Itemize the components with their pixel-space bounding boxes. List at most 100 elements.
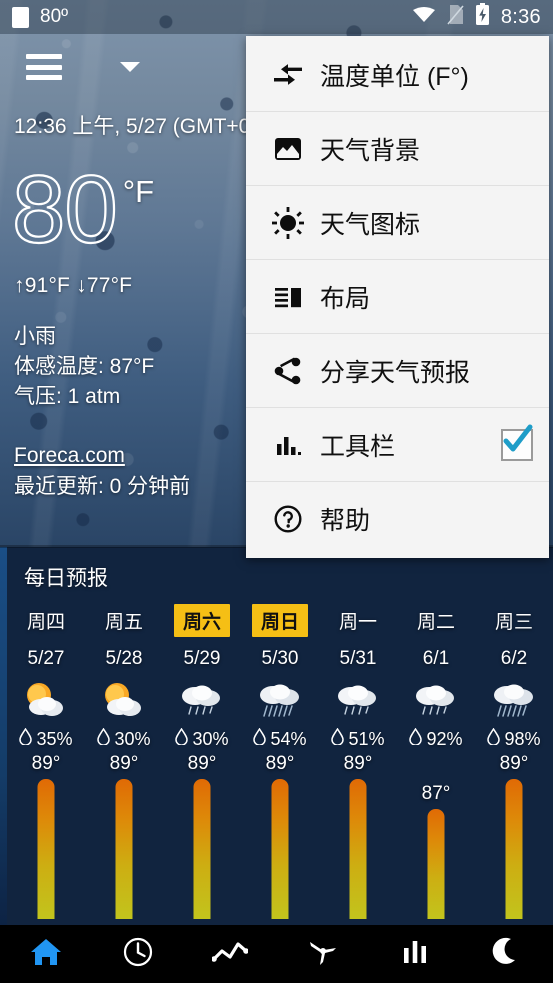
forecast-day-column[interactable]: 周四 5/27 35% 89° — [7, 604, 85, 919]
forecast-date: 6/1 — [422, 648, 450, 669]
forecast-date: 6/2 — [500, 648, 528, 669]
sun-icon — [268, 206, 308, 239]
drop-icon — [175, 727, 189, 750]
moon-icon — [492, 936, 522, 973]
toolbar-checkbox[interactable] — [501, 424, 533, 461]
home-icon — [30, 937, 62, 972]
wind-turbine-icon — [307, 936, 339, 973]
temperature-bar — [271, 779, 289, 919]
source-block: Foreca.com 最近更新: 0 分钟前 — [0, 440, 260, 503]
nav-moon[interactable] — [461, 936, 553, 973]
temperature-bar — [37, 779, 55, 919]
precipitation-value: 98% — [504, 728, 541, 749]
feels-like-text: 体感温度: 87°F — [14, 355, 155, 379]
hamburger-menu-icon[interactable] — [26, 54, 62, 80]
menu-item-3[interactable]: 天气图标 — [246, 186, 549, 260]
temperature-bar — [427, 809, 445, 919]
precipitation-value: 92% — [426, 728, 463, 749]
menu-item-2[interactable]: 天气背景 — [246, 112, 549, 186]
swap-arrows-icon — [268, 62, 308, 88]
sun-cloud-icon — [19, 678, 73, 722]
image-icon — [268, 136, 308, 162]
temperature-bar — [349, 779, 367, 919]
nav-line-chart[interactable] — [184, 939, 276, 970]
cloud-drizzle-icon — [331, 678, 385, 722]
temperature-bar-area: 89° — [475, 753, 553, 919]
drop-icon — [487, 727, 501, 750]
forecast-day-column[interactable]: 周三 6/2 98% 89° — [475, 604, 553, 919]
overflow-menu[interactable]: 温度单位 (F°) 天气背景天气图标布局分享天气预报工具栏帮助 — [246, 36, 549, 558]
precipitation-value: 51% — [348, 728, 385, 749]
bar-chart-icon — [268, 432, 308, 458]
condition-text: 小雨 — [14, 325, 56, 349]
nav-home[interactable] — [0, 937, 92, 972]
temperature-bar — [115, 779, 133, 919]
forecast-high-temp: 89° — [187, 753, 217, 774]
precipitation-probability: 92% — [409, 727, 463, 750]
forecast-date: 5/30 — [261, 648, 299, 669]
forecast-day-column[interactable]: 周六 5/29 30% 89° — [163, 604, 241, 919]
status-bar-clock: 8:36 — [500, 5, 541, 28]
precipitation-probability: 51% — [331, 727, 385, 750]
menu-item-label: 布局 — [320, 284, 371, 313]
forecast-day-name: 周五 — [104, 612, 143, 633]
menu-item-5[interactable]: 分享天气预报 — [246, 334, 549, 408]
current-temperature: 80 — [11, 156, 119, 263]
layout-icon — [268, 284, 308, 310]
temperature-unit: °F — [122, 174, 155, 209]
forecast-columns: 周四 5/27 35% 89° 周五 5/28 30% 89° 周六 5/29 30% 89° 周日 5/… — [0, 604, 553, 919]
precipitation-probability: 98% — [487, 727, 541, 750]
forecast-day-name: 周日 — [251, 604, 308, 637]
current-weather-panel: 12:36 上午, 5/27 (GMT+0 80 °F ↑91°F ↓77°F … — [0, 110, 260, 503]
precipitation-probability: 35% — [19, 727, 73, 750]
forecast-high-temp: 89° — [343, 753, 373, 774]
menu-item-label: 工具栏 — [320, 432, 396, 461]
temperature-bar-area: 89° — [163, 753, 241, 919]
daily-forecast-title: 每日预报 — [24, 567, 108, 590]
forecast-high-temp: 89° — [499, 753, 529, 774]
temperature-bar-area: 89° — [319, 753, 397, 919]
cloud-rain-icon — [487, 678, 541, 722]
forecast-date: 5/28 — [105, 648, 143, 669]
menu-item-4[interactable]: 布局 — [246, 260, 549, 334]
daily-forecast-section: 每日预报 周四 5/27 35% 89° 周五 5/28 30% 89° 周六 5/29 30% 89… — [0, 552, 553, 925]
forecast-day-name: 周三 — [494, 612, 533, 633]
forecast-day-name: 周四 — [26, 612, 65, 633]
nav-clock[interactable] — [92, 936, 184, 973]
cloud-drizzle-icon — [175, 678, 229, 722]
sun-cloud-icon — [97, 678, 151, 722]
drop-icon — [97, 727, 111, 750]
forecast-day-column[interactable]: 周五 5/28 30% 89° — [85, 604, 163, 919]
bottom-navigation-bar — [0, 925, 553, 983]
forecast-day-column[interactable]: 周一 5/31 51% 89° — [319, 604, 397, 919]
menu-item-label: 天气图标 — [320, 210, 421, 239]
temperature-bar — [193, 779, 211, 919]
source-link[interactable]: Foreca.com — [14, 440, 260, 472]
status-bar-temp: 80º — [40, 6, 69, 27]
temperature-bar-area: 87° — [397, 764, 475, 919]
forecast-date: 5/27 — [27, 648, 65, 669]
share-icon — [268, 356, 308, 385]
square-notification-icon — [12, 6, 29, 28]
drop-icon — [253, 727, 267, 750]
precipitation-value: 35% — [36, 728, 73, 749]
drop-icon — [331, 727, 345, 750]
forecast-date: 5/29 — [183, 648, 221, 669]
nav-bar-chart[interactable] — [369, 938, 461, 971]
menu-item-1[interactable]: 温度单位 (F°) — [246, 38, 549, 112]
forecast-day-column[interactable]: 周二 6/1 92% 87° — [397, 604, 475, 919]
chevron-down-icon[interactable] — [120, 62, 140, 72]
pressure-text: 气压: 1 atm — [14, 385, 121, 409]
nav-wind-turbine[interactable] — [277, 936, 369, 973]
forecast-date: 5/31 — [339, 648, 377, 669]
menu-item-label: 天气背景 — [320, 136, 421, 165]
menu-item-6[interactable]: 工具栏 — [246, 408, 549, 482]
forecast-high-temp: 89° — [31, 753, 61, 774]
forecast-day-name: 周六 — [173, 604, 230, 637]
last-updated-text: 最近更新: 0 分钟前 — [14, 475, 191, 499]
drop-icon — [19, 727, 33, 750]
forecast-day-column[interactable]: 周日 5/30 54% 89° — [241, 604, 319, 919]
menu-item-7[interactable]: 帮助 — [246, 482, 549, 556]
condition-block: 小雨 体感温度: 87°F 气压: 1 atm — [0, 322, 260, 411]
cloud-drizzle-icon — [409, 678, 463, 722]
